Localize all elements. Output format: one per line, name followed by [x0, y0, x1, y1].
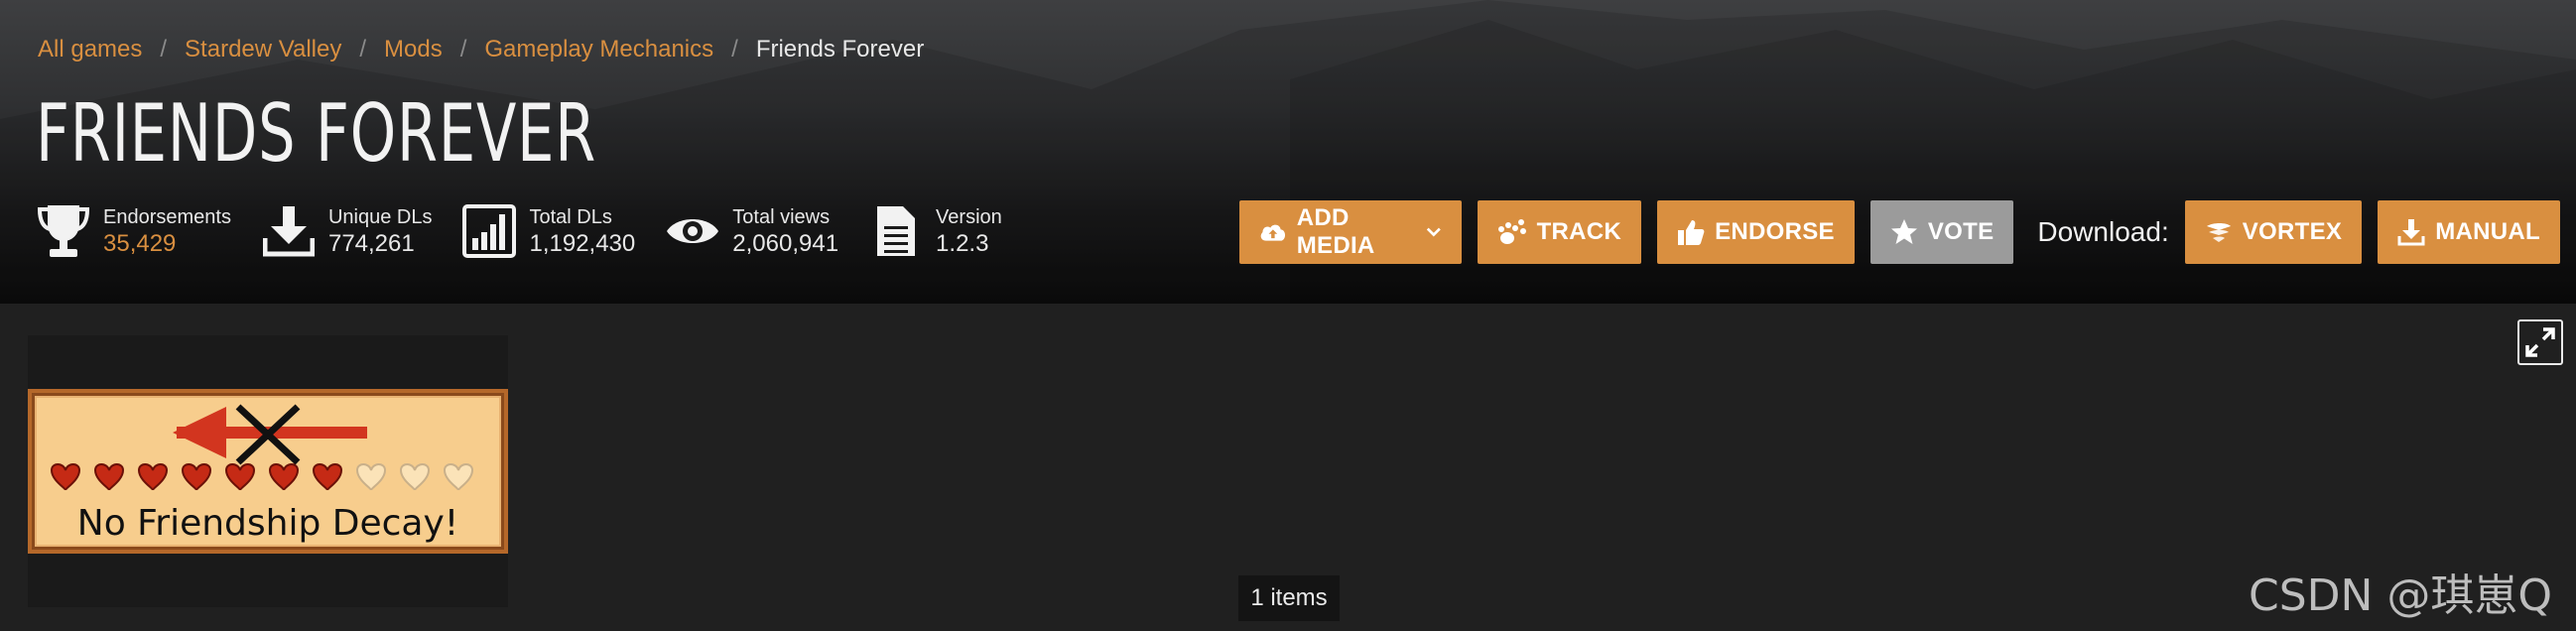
- star-icon: [1890, 219, 1917, 244]
- expand-icon: [2525, 327, 2555, 357]
- endorse-button[interactable]: ENDORSE: [1657, 200, 1855, 264]
- mod-stats: Endorsements 35,429 Unique DLs 774,261 T…: [36, 203, 1032, 259]
- download-icon: [261, 203, 317, 259]
- stat-endorsements: Endorsements 35,429: [36, 203, 231, 259]
- bar-chart-icon: [461, 203, 517, 259]
- manual-label: MANUAL: [2435, 218, 2540, 245]
- breadcrumb-separator: /: [160, 36, 168, 63]
- stat-label: Total DLs: [529, 206, 612, 228]
- cloud-upload-icon: [1260, 224, 1286, 241]
- stat-version: Version 1.2.3: [868, 203, 1002, 259]
- trophy-icon: [36, 203, 91, 259]
- vote-button[interactable]: VOTE: [1869, 200, 2014, 264]
- track-button[interactable]: TRACK: [1477, 200, 1642, 264]
- breadcrumb-mods[interactable]: Mods: [384, 36, 443, 63]
- mod-header: All games / Stardew Valley / Mods / Game…: [0, 0, 2576, 304]
- fullscreen-expand-button[interactable]: [2517, 319, 2563, 365]
- stat-total-dls: Total DLs 1,192,430: [461, 203, 635, 259]
- mod-actions: ADD MEDIA TRACK ENDORSE VOTE Download: V…: [1239, 200, 2576, 264]
- vortex-icon: [2206, 223, 2231, 242]
- chevron-down-icon: [1426, 227, 1441, 237]
- stat-label: Endorsements: [103, 206, 231, 228]
- stat-value: 1,192,430: [529, 230, 636, 257]
- manual-download-button[interactable]: MANUAL: [2378, 200, 2560, 264]
- vortex-download-button[interactable]: VORTEX: [2184, 200, 2363, 264]
- stat-value: 2,060,941: [732, 230, 839, 257]
- stat-label: Total views: [732, 206, 831, 228]
- download-label: Download:: [2037, 216, 2169, 247]
- vote-label: VOTE: [1927, 218, 1995, 245]
- eye-icon: [665, 203, 720, 259]
- download-icon: [2397, 219, 2425, 246]
- stat-unique-dls: Unique DLs 774,261: [261, 203, 433, 259]
- breadcrumb-stardew-valley[interactable]: Stardew Valley: [185, 36, 341, 63]
- gallery-items-count: 1 items: [1238, 575, 1340, 621]
- stat-value: 1.2.3: [936, 230, 989, 257]
- mod-banner-image: No Friendship Decay!: [28, 335, 508, 607]
- breadcrumb-all-games[interactable]: All games: [38, 36, 142, 63]
- endorse-label: ENDORSE: [1715, 218, 1835, 245]
- breadcrumb-separator: /: [359, 36, 367, 63]
- add-media-button[interactable]: ADD MEDIA: [1239, 200, 1462, 264]
- stat-label: Unique DLs: [327, 206, 433, 228]
- breadcrumb-separator: /: [731, 36, 738, 63]
- stat-label: Version: [936, 206, 1002, 228]
- add-media-label: ADD MEDIA: [1296, 204, 1375, 259]
- csdn-watermark: CSDN @琪崽Q: [2249, 570, 2553, 621]
- page-title: FRIENDS FOREVER: [36, 87, 597, 180]
- vortex-label: VORTEX: [2242, 218, 2343, 245]
- thumbs-up-icon: [1678, 220, 1705, 245]
- track-label: TRACK: [1536, 218, 1622, 245]
- stat-value: 774,261: [327, 230, 415, 257]
- stat-value[interactable]: 35,429: [103, 230, 231, 258]
- gallery-thumbnail[interactable]: No Friendship Decay!: [28, 335, 508, 607]
- breadcrumb-separator: /: [459, 36, 467, 63]
- paw-icon: [1497, 219, 1526, 244]
- banner-caption: No Friendship Decay!: [77, 503, 458, 544]
- stat-total-views: Total views 2,060,941: [665, 203, 838, 259]
- breadcrumb-gameplay-mechanics[interactable]: Gameplay Mechanics: [484, 36, 713, 63]
- document-icon: [868, 203, 924, 259]
- breadcrumb-current: Friends Forever: [755, 36, 925, 63]
- breadcrumb: All games / Stardew Valley / Mods / Game…: [38, 36, 924, 63]
